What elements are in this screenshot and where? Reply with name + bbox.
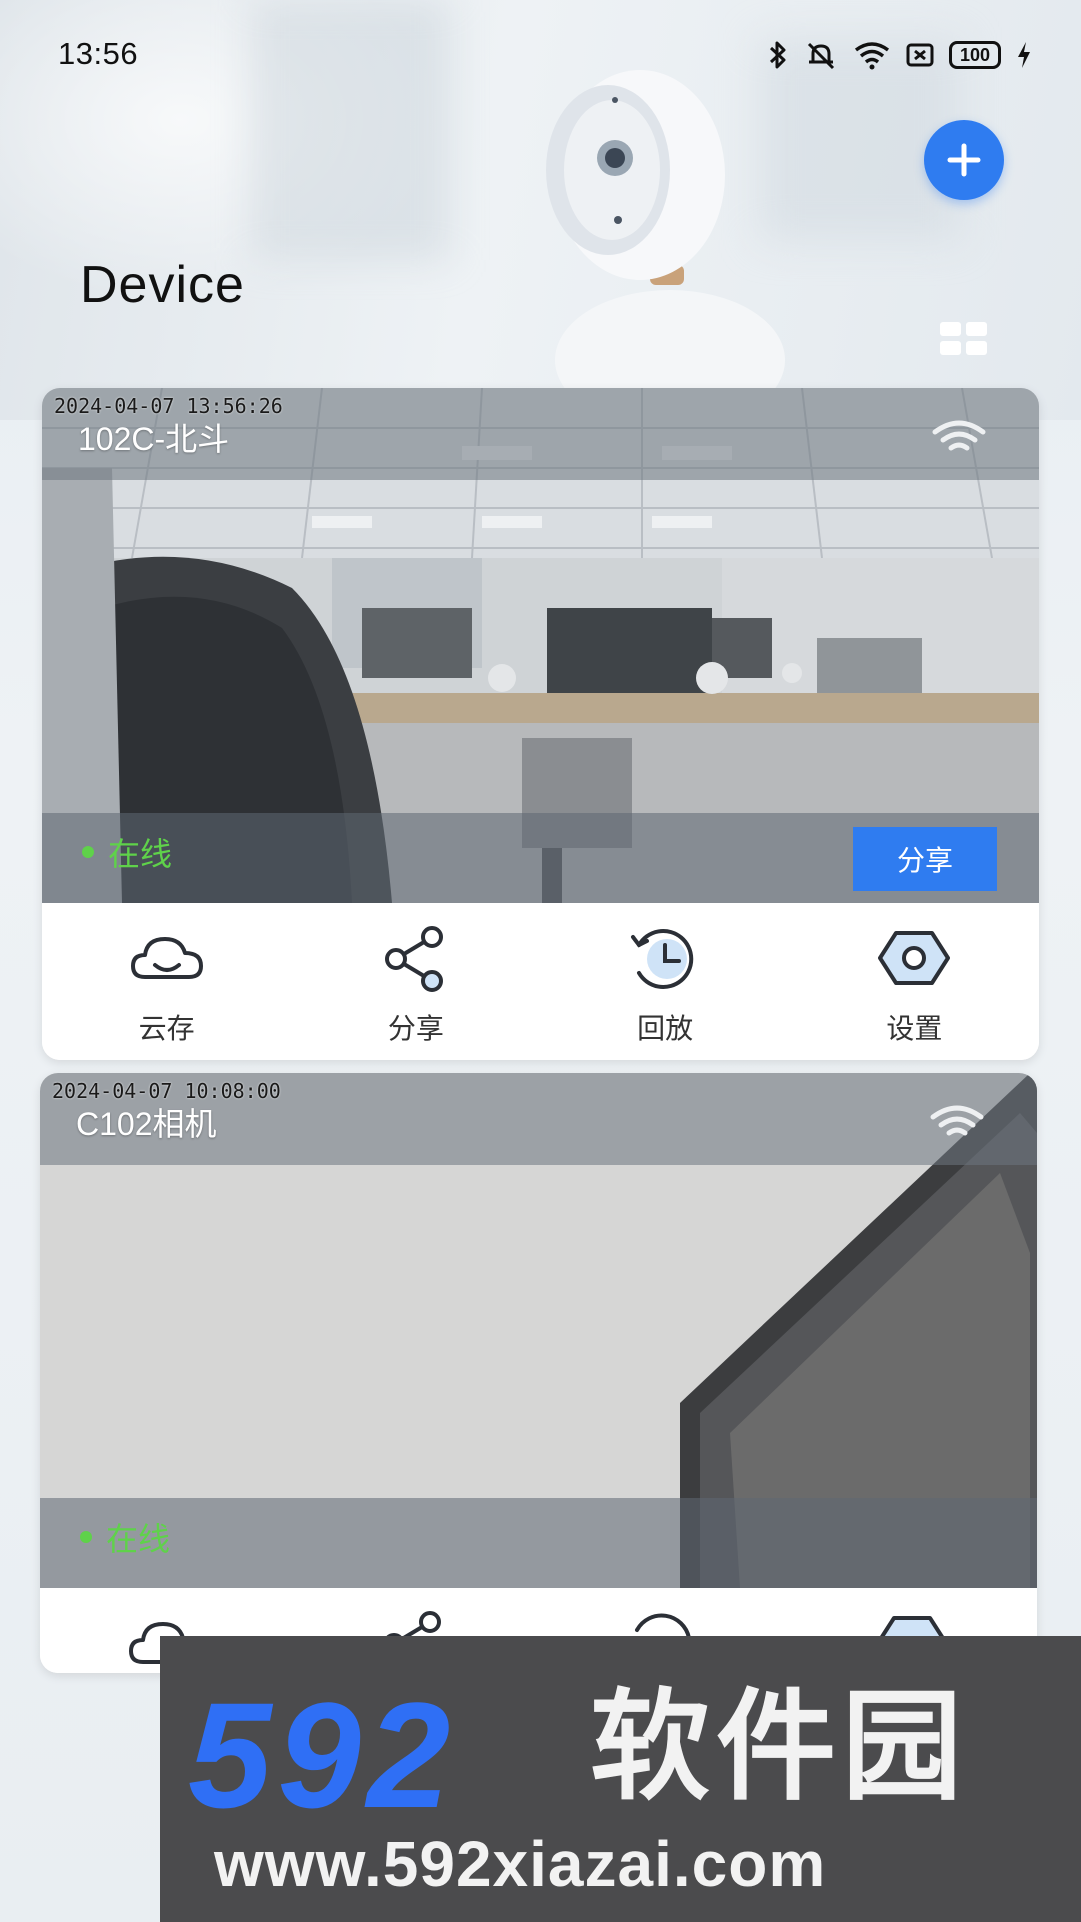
settings-button[interactable]: 设置 [790,903,1039,1060]
online-dot-icon [82,846,94,858]
status-bar: 13:56 100 [0,0,1081,110]
wifi-icon [932,420,986,451]
online-dot-icon [80,1531,92,1543]
online-status: 在线 [82,829,172,875]
watermark-logo-digits: 592 [188,1671,457,1839]
device-name: 102C-北斗 [78,421,230,457]
camera-preview[interactable]: 2024-04-07 13:56:26 102C-北斗 在线 分享 [42,388,1039,903]
device-actions: 云存 分享 回放 设置 [42,903,1039,1060]
playback-icon [631,929,694,989]
status-time: 13:56 [58,36,139,71]
device-card[interactable]: 2024-04-07 10:08:00 C102相机 在线 [40,1073,1037,1673]
page-title: Device [80,256,245,314]
online-status: 在线 [80,1514,170,1560]
no-sim-icon [906,43,934,67]
watermark-url: www.592xiazai.com [214,1828,827,1900]
grid-view-icon[interactable] [940,322,988,356]
settings-label: 设置 [886,1013,943,1044]
share-button[interactable]: 分享 [853,827,997,891]
watermark-logo-text: 软件园 [590,1678,968,1817]
playback-label: 回放 [637,1013,694,1044]
settings-icon [878,931,951,985]
add-device-button[interactable] [924,120,1004,200]
share-icon [384,926,443,992]
device-name: C102相机 [76,1106,217,1142]
cloud-storage-label: 云存 [138,1013,195,1044]
battery-indicator: 100 [949,41,1001,69]
online-status-label: 在线 [106,1521,171,1557]
watermark-banner: 592 软件园 www.592xiazai.com [160,1636,1081,1922]
share-action-label: 分享 [387,1013,444,1044]
preview-footer-overlay [40,1498,1037,1588]
mute-bell-icon [807,42,835,70]
device-card[interactable]: 2024-04-07 13:56:26 102C-北斗 在线 分享 云存 分享 … [42,388,1039,1060]
online-status-label: 在线 [108,836,173,872]
cloud-storage-button[interactable]: 云存 [42,903,291,1060]
status-icons: 100 [767,38,1033,72]
playback-button[interactable]: 回放 [541,903,790,1060]
cloud-icon [130,937,203,979]
plus-icon [947,143,981,177]
wifi-icon [930,1105,984,1136]
camera-preview[interactable]: 2024-04-07 10:08:00 C102相机 在线 [40,1073,1037,1588]
bluetooth-icon [769,41,786,69]
charging-icon [1018,42,1030,68]
share-action-button[interactable]: 分享 [291,903,540,1060]
wifi-signal-icon [854,42,890,70]
